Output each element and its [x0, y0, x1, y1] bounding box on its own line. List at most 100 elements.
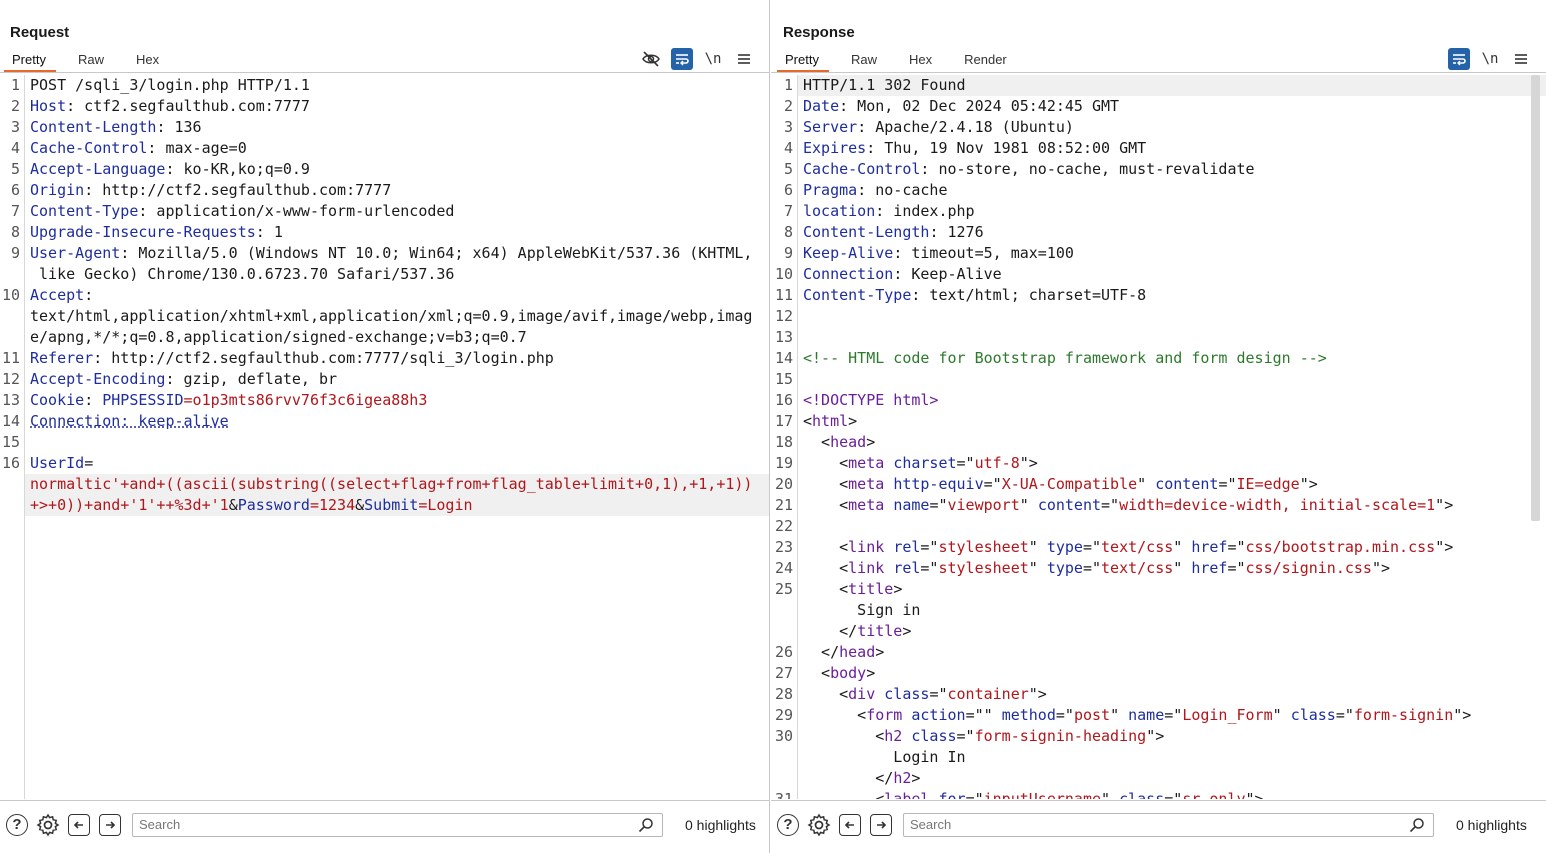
line-number: 21: [774, 496, 793, 514]
line-number: [771, 621, 798, 642]
line-number: 26: [774, 643, 793, 661]
line-number: [0, 474, 25, 495]
line-text: Content-Length: 136: [25, 117, 769, 138]
code-token: ">: [1028, 685, 1047, 703]
code-token: <: [803, 685, 849, 703]
tab-raw[interactable]: Raw: [70, 50, 114, 72]
previous-arrow-icon[interactable]: [67, 813, 91, 837]
line-number: 13: [774, 328, 793, 346]
code-token: </: [803, 643, 840, 661]
code-token: : Apache/2.4.18 (Ubuntu): [857, 118, 1074, 136]
code-token: : no-store, no-cache, must-revalidate: [920, 160, 1255, 178]
code-token: text/html,application/xhtml+xml,applicat…: [30, 307, 753, 325]
code-token: >: [902, 622, 912, 640]
code-token: &: [355, 496, 365, 514]
code-line: Login In: [771, 747, 1546, 768]
newline-icon[interactable]: \n: [1479, 48, 1501, 70]
code-line: Sign in: [771, 600, 1546, 621]
code-token: =": [1164, 790, 1183, 799]
code-token: =": [920, 559, 939, 577]
code-token: content: [1155, 475, 1219, 493]
gear-icon[interactable]: [36, 813, 60, 837]
line-number: 17: [774, 412, 793, 430]
gear-icon[interactable]: [807, 813, 831, 837]
code-line: 18 <head>: [771, 432, 1546, 453]
code-token: class: [911, 727, 957, 745]
code-token: : timeout=5, max=100: [893, 244, 1074, 262]
line-text: Pragma: no-cache: [798, 180, 1546, 201]
line-number: 7: [10, 202, 20, 220]
code-token: ": [1173, 538, 1192, 556]
code-line: 2 Host: ctf2.segfaulthub.com:7777: [0, 96, 769, 117]
code-token: Sign in: [803, 601, 921, 619]
newline-icon[interactable]: \n: [702, 48, 724, 70]
wrap-icon[interactable]: [1448, 48, 1470, 70]
line-number: 9: [783, 244, 793, 262]
line-number: 15: [774, 370, 793, 388]
code-token: utf-8: [974, 454, 1020, 472]
tab-pretty[interactable]: Pretty: [777, 50, 829, 72]
code-line: 21 <meta name="viewport" content="width=…: [771, 495, 1546, 516]
code-token: ": [1101, 790, 1120, 799]
line-text: Date: Mon, 02 Dec 2024 05:42:45 GMT: [798, 96, 1546, 117]
menu-icon[interactable]: [733, 48, 755, 70]
tab-render[interactable]: Render: [956, 50, 1017, 72]
wrap-icon[interactable]: [671, 48, 693, 70]
code-token: : Mozilla/5.0 (Windows NT 10.0; Win64; x…: [120, 244, 753, 262]
line-text: location: index.php: [798, 201, 1546, 222]
eye-slash-icon[interactable]: [640, 48, 662, 70]
code-token: </: [803, 622, 858, 640]
line-number: [771, 768, 798, 789]
code-line: 8 Upgrade-Insecure-Requests: 1: [0, 222, 769, 243]
code-line: 12 Accept-Encoding: gzip, deflate, br: [0, 369, 769, 390]
code-token: =o1p3mts86rvv76f3c6igea88h3: [183, 391, 428, 409]
code-token: Upgrade-Insecure-Requests: [30, 223, 256, 241]
next-arrow-icon[interactable]: [98, 813, 122, 837]
help-icon[interactable]: ?: [776, 813, 800, 837]
line-text: Referer: http://ctf2.segfaulthub.com:777…: [25, 348, 769, 369]
code-line: 4 Cache-Control: max-age=0: [0, 138, 769, 159]
code-token: &: [228, 496, 238, 514]
menu-icon[interactable]: [1510, 48, 1532, 70]
line-text: [798, 306, 1546, 327]
next-arrow-icon[interactable]: [869, 813, 893, 837]
line-number: 25: [774, 580, 793, 598]
code-token: =": [929, 496, 948, 514]
line-number: 28: [774, 685, 793, 703]
code-token: Cache-Control: [30, 139, 148, 157]
search-input[interactable]: [133, 813, 662, 836]
line-number: 14: [774, 349, 793, 367]
code-line: 16 <!DOCTYPE html>: [771, 390, 1546, 411]
tab-hex[interactable]: Hex: [901, 50, 942, 72]
line-text: Host: ctf2.segfaulthub.com:7777: [25, 96, 769, 117]
code-token: <: [803, 664, 831, 682]
request-editor[interactable]: 1 POST /sqli_3/login.php HTTP/1.1 2 Host: c…: [0, 75, 769, 799]
code-token: <: [803, 538, 849, 556]
code-token: css/bootstrap.min.css: [1245, 538, 1436, 556]
line-number: 4: [10, 139, 20, 157]
code-token: :: [84, 391, 103, 409]
response-editor[interactable]: 1 HTTP/1.1 302 Found 2 Date: Mon, 02 Dec 20…: [771, 75, 1546, 799]
previous-arrow-icon[interactable]: [838, 813, 862, 837]
tab-raw[interactable]: Raw: [843, 50, 887, 72]
code-token: type: [1046, 538, 1083, 556]
code-line: 13 Cookie: PHPSESSID=o1p3mts86rvv76f3c6ig…: [0, 390, 769, 411]
tab-hex[interactable]: Hex: [128, 50, 169, 72]
code-token: : http://ctf2.segfaulthub.com:7777: [84, 181, 392, 199]
search-input[interactable]: [904, 813, 1433, 836]
code-token: : index.php: [875, 202, 975, 220]
code-token: ">: [1146, 727, 1165, 745]
code-token: : Thu, 19 Nov 1981 08:52:00 GMT: [866, 139, 1147, 157]
code-token: Login_Form: [1182, 706, 1273, 724]
code-token: =1234: [309, 496, 356, 514]
line-text: Connection: Keep-Alive: [798, 264, 1546, 285]
code-token: Cache-Control: [803, 160, 921, 178]
code-token: type: [1046, 559, 1083, 577]
help-icon[interactable]: ?: [5, 813, 29, 837]
vertical-scrollbar[interactable]: [1531, 75, 1540, 521]
tab-pretty[interactable]: Pretty: [4, 50, 56, 72]
code-token: Date: [803, 97, 840, 115]
response-toolbar: \n: [1439, 48, 1532, 70]
line-text: <body>: [798, 663, 1546, 684]
request-toolbar: \n: [631, 48, 755, 70]
